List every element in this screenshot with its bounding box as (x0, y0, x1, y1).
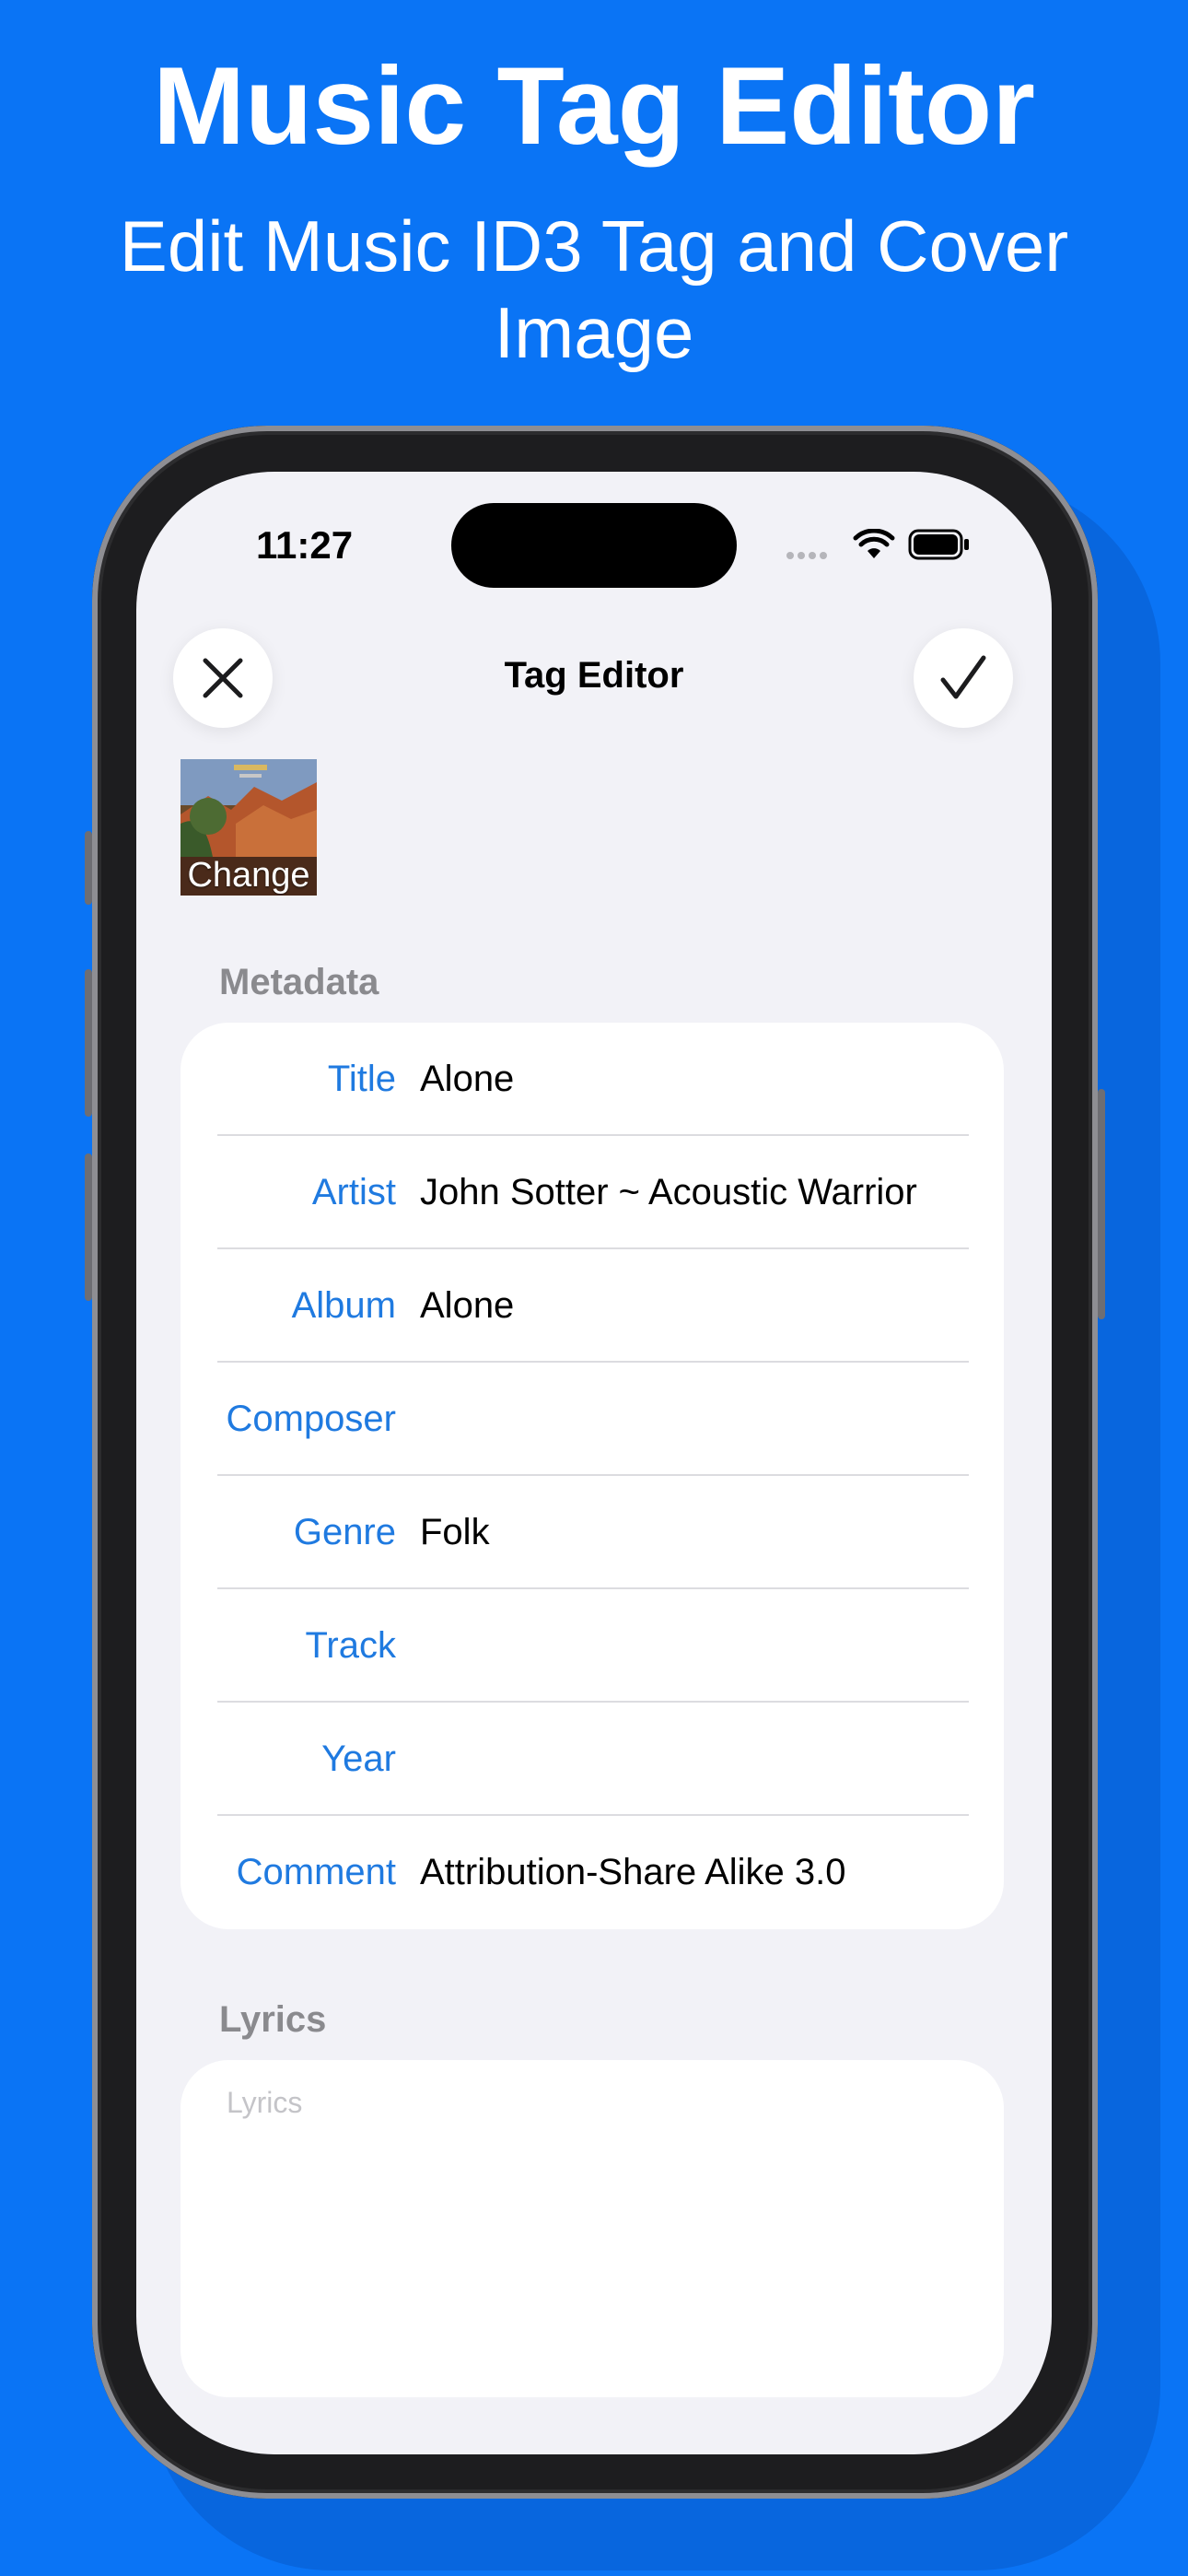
hero-title: Music Tag Editor (153, 44, 1035, 168)
checkmark-icon (940, 655, 986, 699)
field-value[interactable] (420, 1363, 976, 1476)
field-row-genre[interactable]: Genre Folk (181, 1476, 1004, 1589)
battery-icon (908, 529, 969, 560)
field-value[interactable]: Folk (420, 1476, 976, 1589)
field-label: Genre (293, 1512, 396, 1552)
cover-image[interactable]: Change (181, 759, 317, 896)
field-value[interactable]: John Sotter ~ Acoustic Warrior (420, 1136, 976, 1249)
field-row-track[interactable]: Track (181, 1589, 1004, 1703)
status-icons (786, 525, 971, 562)
power-button (1098, 1089, 1105, 1319)
field-row-album[interactable]: Album Alone (181, 1249, 1004, 1363)
signal-icon (786, 547, 831, 564)
field-label: Title (327, 1059, 396, 1099)
lyrics-placeholder: Lyrics (227, 2086, 303, 2119)
field-row-comment[interactable]: Comment Attribution-Share Alike 3.0 (181, 1816, 1004, 1929)
confirm-button[interactable] (914, 628, 1013, 728)
action-button (85, 831, 92, 905)
status-time: 11:27 (256, 523, 354, 567)
field-label: Comment (236, 1852, 396, 1892)
field-value[interactable] (420, 1703, 976, 1816)
lyrics-header: Lyrics (219, 1999, 327, 2040)
volume-down-button (85, 1153, 92, 1301)
dynamic-island (451, 503, 737, 588)
field-value[interactable]: Alone (420, 1023, 976, 1136)
metadata-card: Title Alone Artist John Sotter ~ Acousti… (181, 1023, 1004, 1929)
field-label: Album (291, 1285, 396, 1326)
field-label: Composer (226, 1399, 396, 1439)
metadata-header: Metadata (219, 962, 379, 1002)
field-label: Year (321, 1739, 396, 1779)
field-label: Track (305, 1625, 396, 1666)
field-row-artist[interactable]: Artist John Sotter ~ Acoustic Warrior (181, 1136, 1004, 1249)
wifi-icon (853, 529, 895, 558)
lyrics-text-area[interactable]: Lyrics (181, 2060, 1004, 2397)
field-value[interactable]: Alone (420, 1249, 976, 1363)
field-row-year[interactable]: Year (181, 1703, 1004, 1816)
field-row-title[interactable]: Title Alone (181, 1023, 1004, 1136)
field-value[interactable] (420, 1589, 976, 1703)
field-label: Artist (311, 1172, 396, 1212)
field-value[interactable]: Attribution-Share Alike 3.0 (420, 1816, 976, 1929)
phone-screen: 11:27 Tag Editor Change Metadata Title A… (136, 472, 1052, 2454)
change-cover-label: Change (187, 856, 310, 895)
volume-up-button (85, 969, 92, 1117)
hero-subtitle: Edit Music ID3 Tag and Cover Image (119, 205, 1069, 373)
field-row-composer[interactable]: Composer (181, 1363, 1004, 1476)
